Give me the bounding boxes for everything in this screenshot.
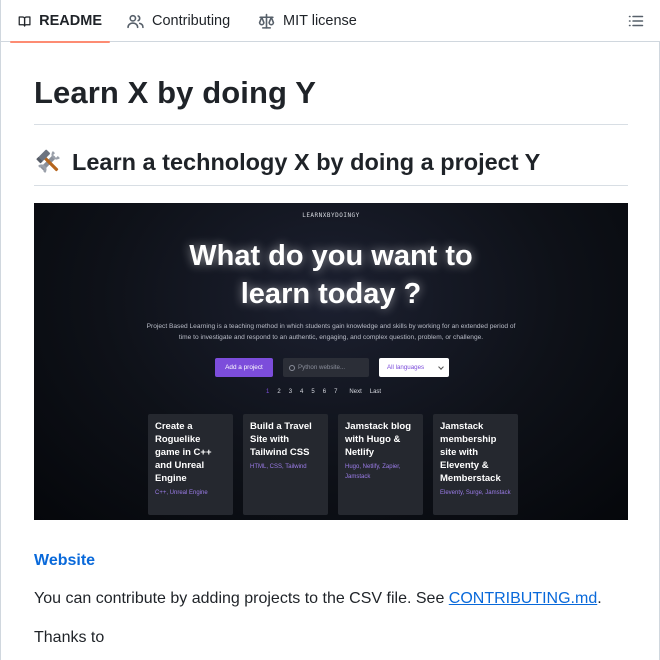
book-icon [18,15,31,27]
card-title: Jamstack membership site with Eleventy &… [440,421,501,484]
outline-button[interactable] [625,10,647,32]
screenshot-brand: LEARNXBYDOINGY [302,212,360,219]
screenshot-project-cards: Create a Roguelike game in C++ and Unrea… [148,414,518,515]
readme-subtitle-text: Learn a technology X by doing a project … [72,148,541,175]
screenshot-page-item: 2 [277,389,281,395]
screenshot-project-card: Jamstack membership site with Eleventy &… [433,414,518,515]
screenshot-description: Project Based Learning is a teaching met… [146,323,516,341]
tab-contributing-label: Contributing [152,13,231,29]
tab-mit-license[interactable]: MIT license [250,0,365,42]
screenshot-headline-line1: What do you want to [189,240,473,272]
card-tags: HTML, CSS, Tailwind [250,464,307,470]
card-tags: Hugo, Netlify, Zapier, Jamstack [345,464,401,480]
subtitle-divider [34,185,628,186]
readme-subtitle: Learn a technology X by doing a project … [34,148,540,176]
screenshot-add-project-button: Add a project [215,358,273,377]
readme-title: Learn X by doing Y [34,75,316,110]
card-tags: Eleventy, Surge, Jamstack [440,490,511,496]
screenshot-search-input: Python website... [283,358,369,377]
law-icon [258,13,275,29]
screenshot-page-item: 5 [311,389,315,395]
contribute-paragraph: You can contribute by adding projects to… [34,590,602,608]
website-link[interactable]: Website [34,552,95,570]
screenshot-headline-line2: learn today ? [240,278,422,310]
list-unordered-icon [628,15,644,27]
screenshot-page-item: 3 [288,389,293,395]
screenshot-page-item: 7 [334,389,338,395]
screenshot-page-item: 4 [300,389,304,395]
project-screenshot-image: LEARNXBYDOINGY What do you want to learn… [34,203,628,520]
screenshot-project-card: Build a Travel Site with Tailwind CSS HT… [243,414,328,515]
contribute-period: . [597,590,602,607]
contributing-md-link[interactable]: CONTRIBUTING.md [449,590,597,607]
screenshot-headline: What do you want to learn today ? [34,237,628,313]
hammer-and-wrench-icon [36,149,60,173]
card-title: Build a Travel Site with Tailwind CSS [250,421,312,458]
thanks-paragraph: Thanks to [34,629,105,646]
title-divider [34,124,628,125]
readme-tab-bar: README Contributing MIT license [1,0,660,43]
screenshot-page-item: 6 [322,389,327,395]
screenshot-language-select: All languages [379,358,449,377]
card-title: Jamstack blog with Hugo & Netlify [345,421,411,458]
contribute-text: You can contribute by adding projects to… [34,590,449,607]
screenshot-page-item: Next [349,389,362,395]
tab-readme-label: README [39,13,102,29]
readme-panel: README Contributing MIT license Learn X … [0,0,660,660]
tab-contributing[interactable]: Contributing [119,0,238,42]
screenshot-page-item: 1 [266,389,270,395]
screenshot-search-icon [289,364,295,371]
card-tags: C++, Unreal Engine [155,490,208,496]
screenshot-project-card: Create a Roguelike game in C++ and Unrea… [148,414,233,515]
people-icon [127,14,144,28]
card-title: Create a Roguelike game in C++ and Unrea… [155,421,212,484]
tab-readme[interactable]: README [10,0,110,43]
screenshot-search-placeholder: Python website... [298,364,346,371]
tab-mit-license-label: MIT license [283,13,357,29]
screenshot-page-item: Last [369,389,382,395]
screenshot-project-card: Jamstack blog with Hugo & Netlify Hugo, … [338,414,423,515]
screenshot-pagination: 1 2 3 4 5 6 7 Next Last [266,389,389,395]
